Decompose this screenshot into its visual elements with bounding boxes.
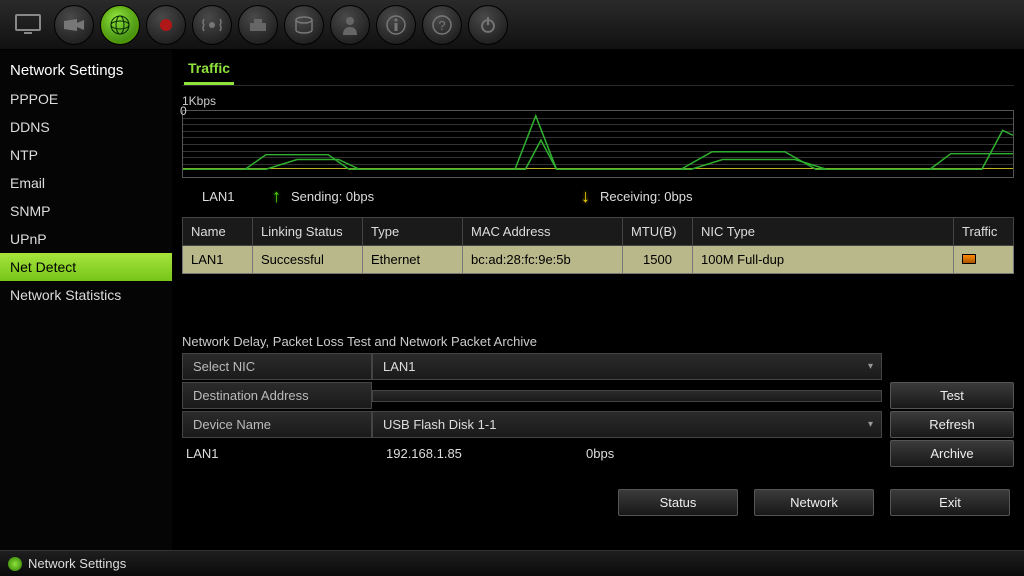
archive-button[interactable]: Archive (890, 440, 1014, 467)
nic-table: Name Linking Status Type MAC Address MTU… (182, 217, 1014, 274)
sidebar-item-pppoe[interactable]: PPPOE (0, 85, 172, 113)
sidebar-item-upnp[interactable]: UPnP (0, 225, 172, 253)
destination-address-label: Destination Address (182, 382, 372, 409)
footer-buttons: Status Network Exit (618, 489, 1010, 516)
device-name-label: Device Name (182, 411, 372, 438)
hdd-icon[interactable] (284, 5, 324, 45)
cell-status: Successful (253, 246, 363, 274)
tab-traffic[interactable]: Traffic (184, 56, 234, 85)
content-area: Traffic 1Kbps 0 LAN1 ↑ Sending: 0bps ↓ R… (172, 50, 1024, 550)
upload-arrow-icon: ↑ (272, 186, 281, 207)
download-arrow-icon: ↓ (581, 186, 590, 207)
table-row[interactable]: LAN1 Successful Ethernet bc:ad:28:fc:9e:… (183, 246, 1014, 274)
device-name-value: USB Flash Disk 1-1 (383, 417, 496, 432)
chevron-down-icon: ▾ (868, 419, 873, 430)
th-status: Linking Status (253, 218, 363, 246)
select-nic-dropdown[interactable]: LAN1 ▾ (372, 353, 882, 380)
info-rate: 0bps (586, 446, 706, 461)
select-nic-value: LAN1 (383, 359, 416, 374)
record-icon[interactable] (146, 5, 186, 45)
device-name-dropdown[interactable]: USB Flash Disk 1-1 ▾ (372, 411, 882, 438)
status-dot-icon (8, 557, 22, 571)
sidebar-header: Network Settings (0, 56, 172, 85)
status-button[interactable]: Status (618, 489, 738, 516)
help-icon[interactable]: ? (422, 5, 462, 45)
sidebar-item-snmp[interactable]: SNMP (0, 197, 172, 225)
section-title: Network Delay, Packet Loss Test and Netw… (182, 324, 1014, 353)
info-icon[interactable] (376, 5, 416, 45)
graph-zero-label: 0 (180, 104, 187, 118)
legend-receiving: Receiving: 0bps (600, 189, 693, 204)
sidebar: Network Settings PPPOE DDNS NTP Email SN… (0, 50, 172, 550)
graph-legend: LAN1 ↑ Sending: 0bps ↓ Receiving: 0bps (182, 182, 1014, 217)
th-mac: MAC Address (463, 218, 623, 246)
cell-nic: 100M Full-dup (693, 246, 954, 274)
th-nictype: NIC Type (693, 218, 954, 246)
power-icon[interactable] (468, 5, 508, 45)
camera-icon[interactable] (54, 5, 94, 45)
info-lan: LAN1 (186, 446, 306, 461)
legend-lan: LAN1 (202, 189, 262, 204)
status-bar-text: Network Settings (28, 556, 126, 571)
th-traffic: Traffic (954, 218, 1014, 246)
th-name: Name (183, 218, 253, 246)
status-bar: Network Settings (0, 550, 1024, 576)
sidebar-item-net-detect[interactable]: Net Detect (0, 253, 172, 281)
cell-name: LAN1 (183, 246, 253, 274)
sidebar-item-ntp[interactable]: NTP (0, 141, 172, 169)
svg-text:?: ? (438, 18, 445, 33)
info-ip: 192.168.1.85 (386, 446, 506, 461)
device-icon[interactable] (238, 5, 278, 45)
monitor-icon[interactable] (8, 8, 48, 42)
sidebar-item-ddns[interactable]: DDNS (0, 113, 172, 141)
traffic-graph (182, 110, 1014, 178)
top-toolbar: ? (0, 0, 1024, 50)
chevron-down-icon: ▾ (868, 361, 873, 372)
exit-button[interactable]: Exit (890, 489, 1010, 516)
graph-y-label: 1Kbps (182, 94, 1014, 108)
network-button[interactable]: Network (754, 489, 874, 516)
cell-mac: bc:ad:28:fc:9e:5b (463, 246, 623, 274)
th-mtu: MTU(B) (623, 218, 693, 246)
traffic-chart-icon[interactable] (962, 254, 976, 264)
destination-address-input[interactable] (372, 390, 882, 402)
cell-mtu: 1500 (623, 246, 693, 274)
alarm-icon[interactable] (192, 5, 232, 45)
user-icon[interactable] (330, 5, 370, 45)
sidebar-item-email[interactable]: Email (0, 169, 172, 197)
network-icon[interactable] (100, 5, 140, 45)
cell-traffic[interactable] (954, 246, 1014, 274)
th-type: Type (363, 218, 463, 246)
refresh-button[interactable]: Refresh (890, 411, 1014, 438)
info-row: LAN1 192.168.1.85 0bps (182, 440, 882, 467)
sidebar-item-network-statistics[interactable]: Network Statistics (0, 281, 172, 309)
legend-sending: Sending: 0bps (291, 189, 571, 204)
table-header-row: Name Linking Status Type MAC Address MTU… (183, 218, 1014, 246)
select-nic-label: Select NIC (182, 353, 372, 380)
cell-type: Ethernet (363, 246, 463, 274)
test-button[interactable]: Test (890, 382, 1014, 409)
